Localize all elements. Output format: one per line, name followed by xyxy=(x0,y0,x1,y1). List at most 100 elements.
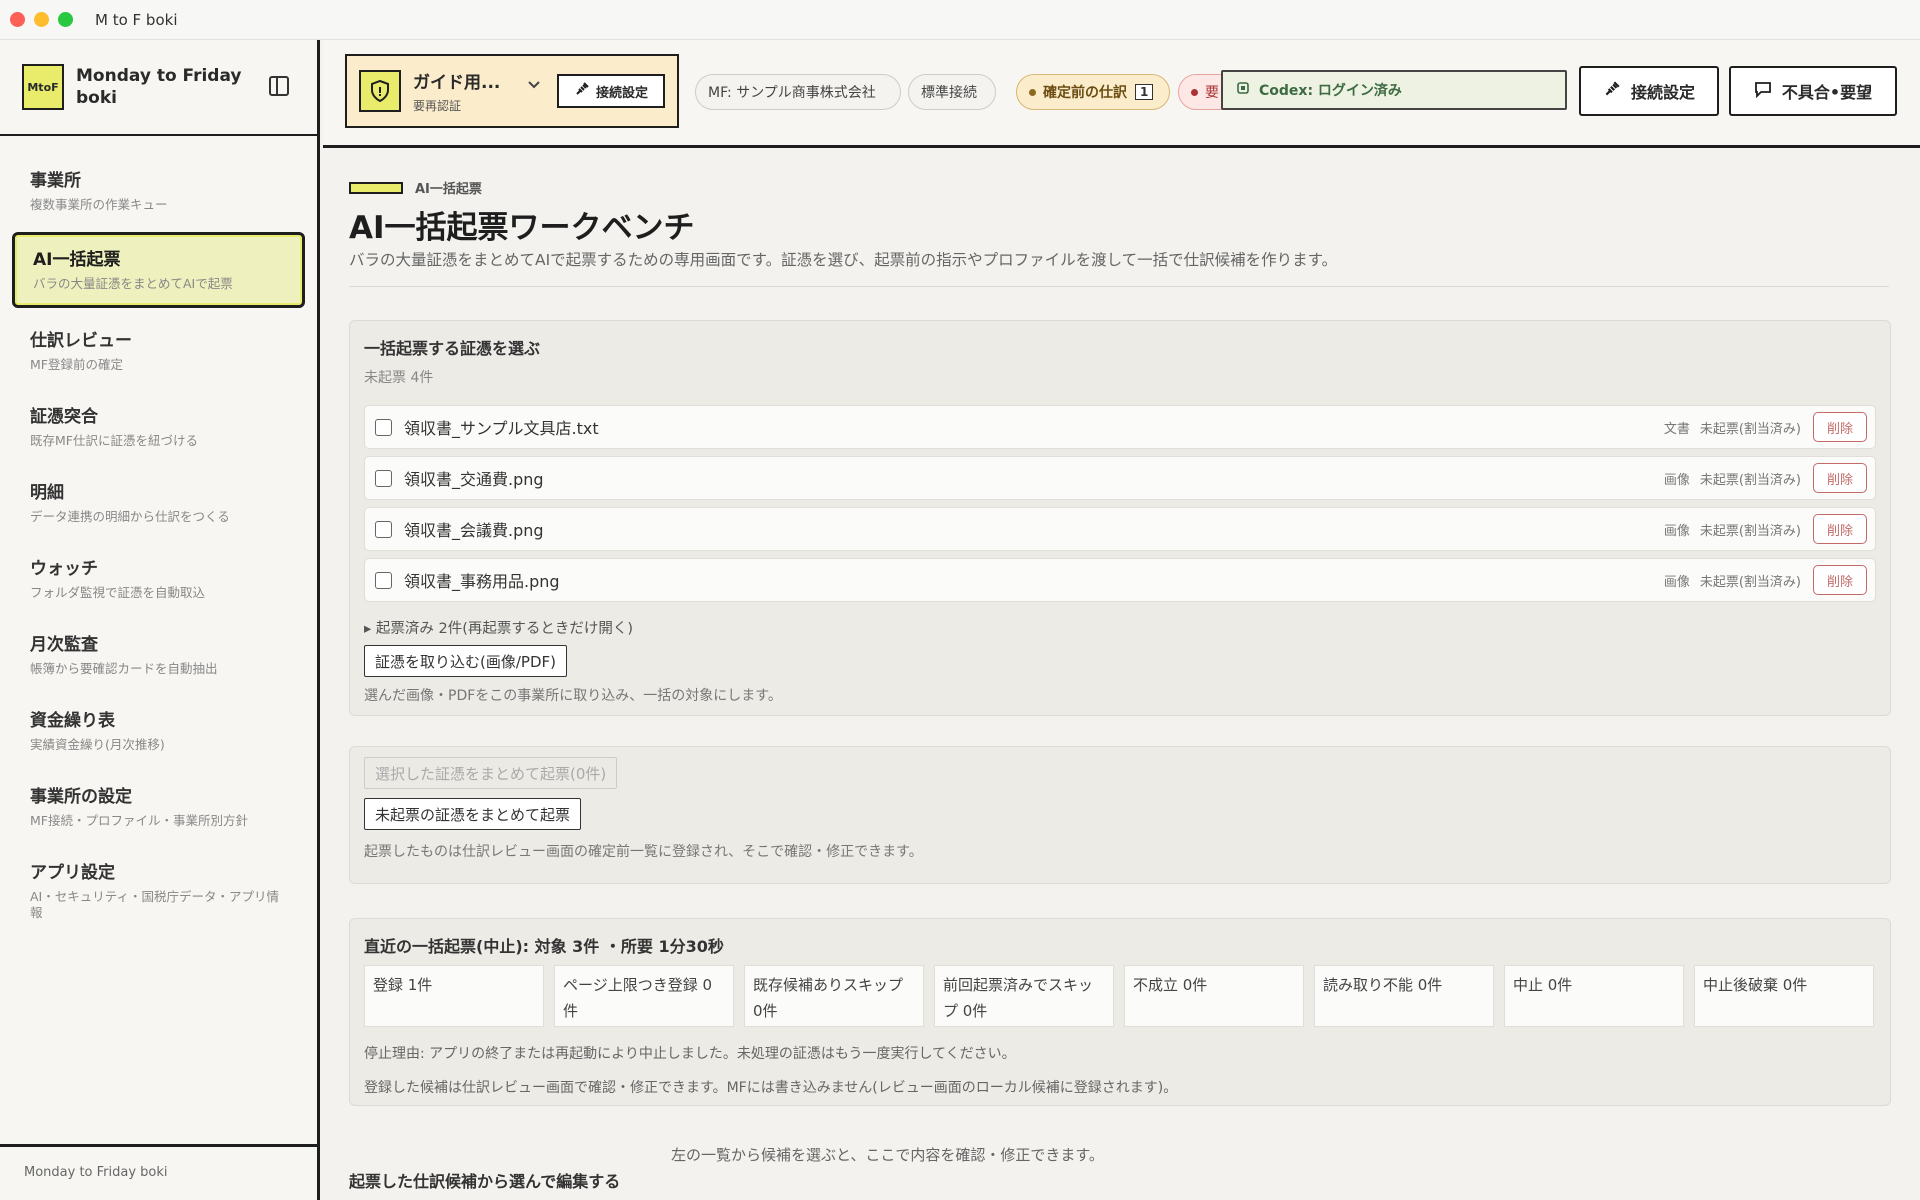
file-row[interactable]: 領収書_交通費.png 画像 未起票(割当済み) 削除 xyxy=(364,456,1876,500)
file-checkbox[interactable] xyxy=(375,520,392,538)
window-title: M to F boki xyxy=(95,10,178,29)
delete-button[interactable]: 削除 xyxy=(1813,463,1867,493)
sidebar-item-label: AI一括起票 xyxy=(33,250,121,270)
pending-journals-label: 確定前の仕訳 xyxy=(1043,85,1127,101)
feedback-button[interactable]: 不具合•要望 xyxy=(1729,66,1897,116)
issue-all-unissued-button[interactable]: 未起票の証憑をまとめて起票 xyxy=(364,798,582,830)
sidebar-item-office-settings[interactable]: 事業所の設定 MF接続・プロファイル・事業所別方針 xyxy=(12,772,305,840)
page-description: バラの大量証憑をまとめてAIで起票するための専用画面です。証憑を選び、起票前の指… xyxy=(349,251,1338,269)
divider xyxy=(349,286,1889,287)
stat-discarded: 中止後破棄 0件 xyxy=(1694,965,1874,1027)
file-type: 画像 xyxy=(1663,472,1690,488)
pending-count-badge: 1 xyxy=(1135,84,1154,100)
plug-icon xyxy=(1603,80,1621,102)
minimize-window-button[interactable] xyxy=(34,12,49,27)
stat-previous-skip: 前回起票済みでスキップ 0件 xyxy=(934,965,1114,1027)
sidebar-item-voucher-match[interactable]: 証憑突合既存MF仕訳に証憑を紐づける xyxy=(12,392,305,460)
page-title: AI一括起票ワークベンチ xyxy=(349,210,695,246)
chip-icon xyxy=(1235,80,1251,100)
editor-hint: 左の一覧から候補を選ぶと、ここで内容を確認・修正できます。 xyxy=(671,1146,1104,1164)
import-vouchers-button[interactable]: 証憑を取り込む(画像/PDF) xyxy=(364,645,567,677)
action-note: 起票したものは仕訳レビュー画面の確定前一覧に登録され、そこで確認・修正できます。 xyxy=(364,844,923,860)
sidebar-item-ai-batch[interactable]: AI一括起票 バラの大量証憑をまとめてAIで起票 xyxy=(12,232,305,308)
sidebar-item-label: ウォッチ xyxy=(30,559,98,579)
stat-registered: 登録 1件 xyxy=(364,965,544,1027)
file-row[interactable]: 領収書_事務用品.png 画像 未起票(割当済み) 削除 xyxy=(364,558,1876,602)
main-content: AI一括起票 AI一括起票ワークベンチ バラの大量証憑をまとめてAIで起票するた… xyxy=(323,148,1920,1200)
sidebar-item-label: 証憑突合 xyxy=(30,407,98,427)
eyebrow-label: AI一括起票 xyxy=(415,182,482,197)
connection-mode-pill[interactable]: 標準接続 xyxy=(908,74,996,110)
stat-failed: 不成立 0件 xyxy=(1124,965,1304,1027)
sidebar-item-label: アプリ設定 xyxy=(30,863,115,883)
file-name: 領収書_サンプル文具店.txt xyxy=(404,419,599,438)
codex-status-label: Codex: ログイン済み xyxy=(1259,83,1402,99)
sidebar-item-label: 明細 xyxy=(30,483,64,503)
status-dot xyxy=(1191,88,1198,96)
file-name: 領収書_事務用品.png xyxy=(404,572,560,591)
sidebar-item-sub: 実績資金繰り(月次推移) xyxy=(30,737,165,752)
sidebar-footer: Monday to Friday boki xyxy=(0,1144,317,1200)
window-titlebar: M to F boki xyxy=(0,0,1920,40)
stat-unreadable: 読み取り不能 0件 xyxy=(1314,965,1494,1027)
guide-connect-button[interactable]: 接続設定 xyxy=(557,74,665,108)
file-checkbox[interactable] xyxy=(375,418,392,436)
connection-settings-label: 接続設定 xyxy=(1630,83,1695,102)
brand: MtoF Monday to Friday boki xyxy=(0,40,317,136)
sidebar-item-statements[interactable]: 明細データ連携の明細から仕訳をつくる xyxy=(12,468,305,536)
file-status: 未起票(割当済み) xyxy=(1699,421,1801,437)
file-type: 文書 xyxy=(1663,421,1690,437)
delete-button[interactable]: 削除 xyxy=(1813,565,1867,595)
sidebar-item-sub: 帳簿から要確認カードを自動抽出 xyxy=(30,661,218,676)
page-eyebrow: AI一括起票 xyxy=(349,178,482,197)
file-name: 領収書_交通費.png xyxy=(404,470,544,489)
chat-icon xyxy=(1754,80,1772,102)
zoom-window-button[interactable] xyxy=(58,12,73,27)
sidebar-toggle-icon[interactable] xyxy=(269,76,289,96)
sidebar-item-watch[interactable]: ウォッチフォルダ監視で証憑を自動取込 xyxy=(12,544,305,612)
sidebar-item-sub: AI・セキュリティ・国税庁データ・アプリ情報 xyxy=(30,889,279,920)
file-checkbox[interactable] xyxy=(375,469,392,487)
sidebar-item-offices[interactable]: 事業所複数事業所の作業キュー xyxy=(12,156,305,224)
plug-icon xyxy=(574,81,590,101)
pending-journals-pill[interactable]: 確定前の仕訳 1 xyxy=(1016,74,1170,110)
file-row[interactable]: 領収書_会議費.png 画像 未起票(割当済み) 削除 xyxy=(364,507,1876,551)
sidebar-item-monthly-audit[interactable]: 月次監査 帳簿から要確認カードを自動抽出 xyxy=(12,620,305,688)
connection-settings-button[interactable]: 接続設定 xyxy=(1579,66,1719,116)
close-window-button[interactable] xyxy=(10,12,25,27)
connection-guide-card[interactable]: ガイド用... 要再認証 接続設定 xyxy=(345,54,679,128)
import-note: 選んだ画像・PDFをこの事業所に取り込み、一括の対象にします。 xyxy=(364,688,782,704)
unissued-count: 未起票 4件 xyxy=(364,370,434,386)
file-status: 未起票(割当済み) xyxy=(1699,523,1801,539)
feedback-label: 不具合•要望 xyxy=(1781,83,1873,102)
sidebar-item-journal-review[interactable]: 仕訳レビュー MF登録前の確定 xyxy=(12,316,305,384)
guide-status: 要再認証 xyxy=(413,99,462,113)
sidebar-item-sub: 既存MF仕訳に証憑を紐づける xyxy=(30,433,198,448)
sidebar-item-label: 事業所 xyxy=(30,171,81,191)
recent-batch-card: 直近の一括起票(中止): 対象 3件 ・所要 1分30秒 登録 1件 ページ上限… xyxy=(349,918,1891,1106)
company-pill[interactable]: MF: サンプル商事株式会社 xyxy=(695,74,901,110)
sidebar-item-app-settings[interactable]: アプリ設定 AI・セキュリティ・国税庁データ・アプリ情報 xyxy=(12,848,305,920)
file-row[interactable]: 領収書_サンプル文具店.txt 文書 未起票(割当済み) 削除 xyxy=(364,405,1876,449)
sidebar-item-sub: フォルダ監視で証憑を自動取込 xyxy=(30,585,206,600)
sidebar-item-sub: データ連携の明細から仕訳をつくる xyxy=(30,509,230,524)
guide-connect-label: 接続設定 xyxy=(595,85,648,101)
file-checkbox[interactable] xyxy=(375,571,392,589)
batch-action-card: 選択した証憑をまとめて起票(0件) 未起票の証憑をまとめて起票 起票したものは仕… xyxy=(349,746,1891,884)
issued-toggle[interactable]: ▸ 起票済み 2件(再起票するときだけ開く) xyxy=(364,617,633,638)
stat-page-limit: ページ上限つき登録 0件 xyxy=(554,965,734,1027)
sidebar-item-sub: MF登録前の確定 xyxy=(30,357,123,372)
sidebar-item-sub: 複数事業所の作業キュー xyxy=(30,197,168,212)
sidebar-item-cashflow[interactable]: 資金繰り表実績資金繰り(月次推移) xyxy=(12,696,305,764)
alert-pill-label: 要 xyxy=(1205,85,1219,101)
chevron-down-icon[interactable] xyxy=(527,78,541,94)
delete-button[interactable]: 削除 xyxy=(1813,514,1867,544)
sidebar: MtoF Monday to Friday boki 事業所複数事業所の作業キュ… xyxy=(0,40,320,1200)
issue-selected-button[interactable]: 選択した証憑をまとめて起票(0件) xyxy=(364,757,618,789)
section-title: 一括起票する証憑を選ぶ xyxy=(364,339,541,358)
sidebar-nav: 事業所複数事業所の作業キュー AI一括起票 バラの大量証憑をまとめてAIで起票 仕… xyxy=(0,136,317,920)
codex-status[interactable]: Codex: ログイン済み xyxy=(1221,70,1567,110)
sidebar-item-label: 資金繰り表 xyxy=(30,711,115,731)
delete-button[interactable]: 削除 xyxy=(1813,412,1867,442)
guide-title: ガイド用... xyxy=(413,73,501,93)
